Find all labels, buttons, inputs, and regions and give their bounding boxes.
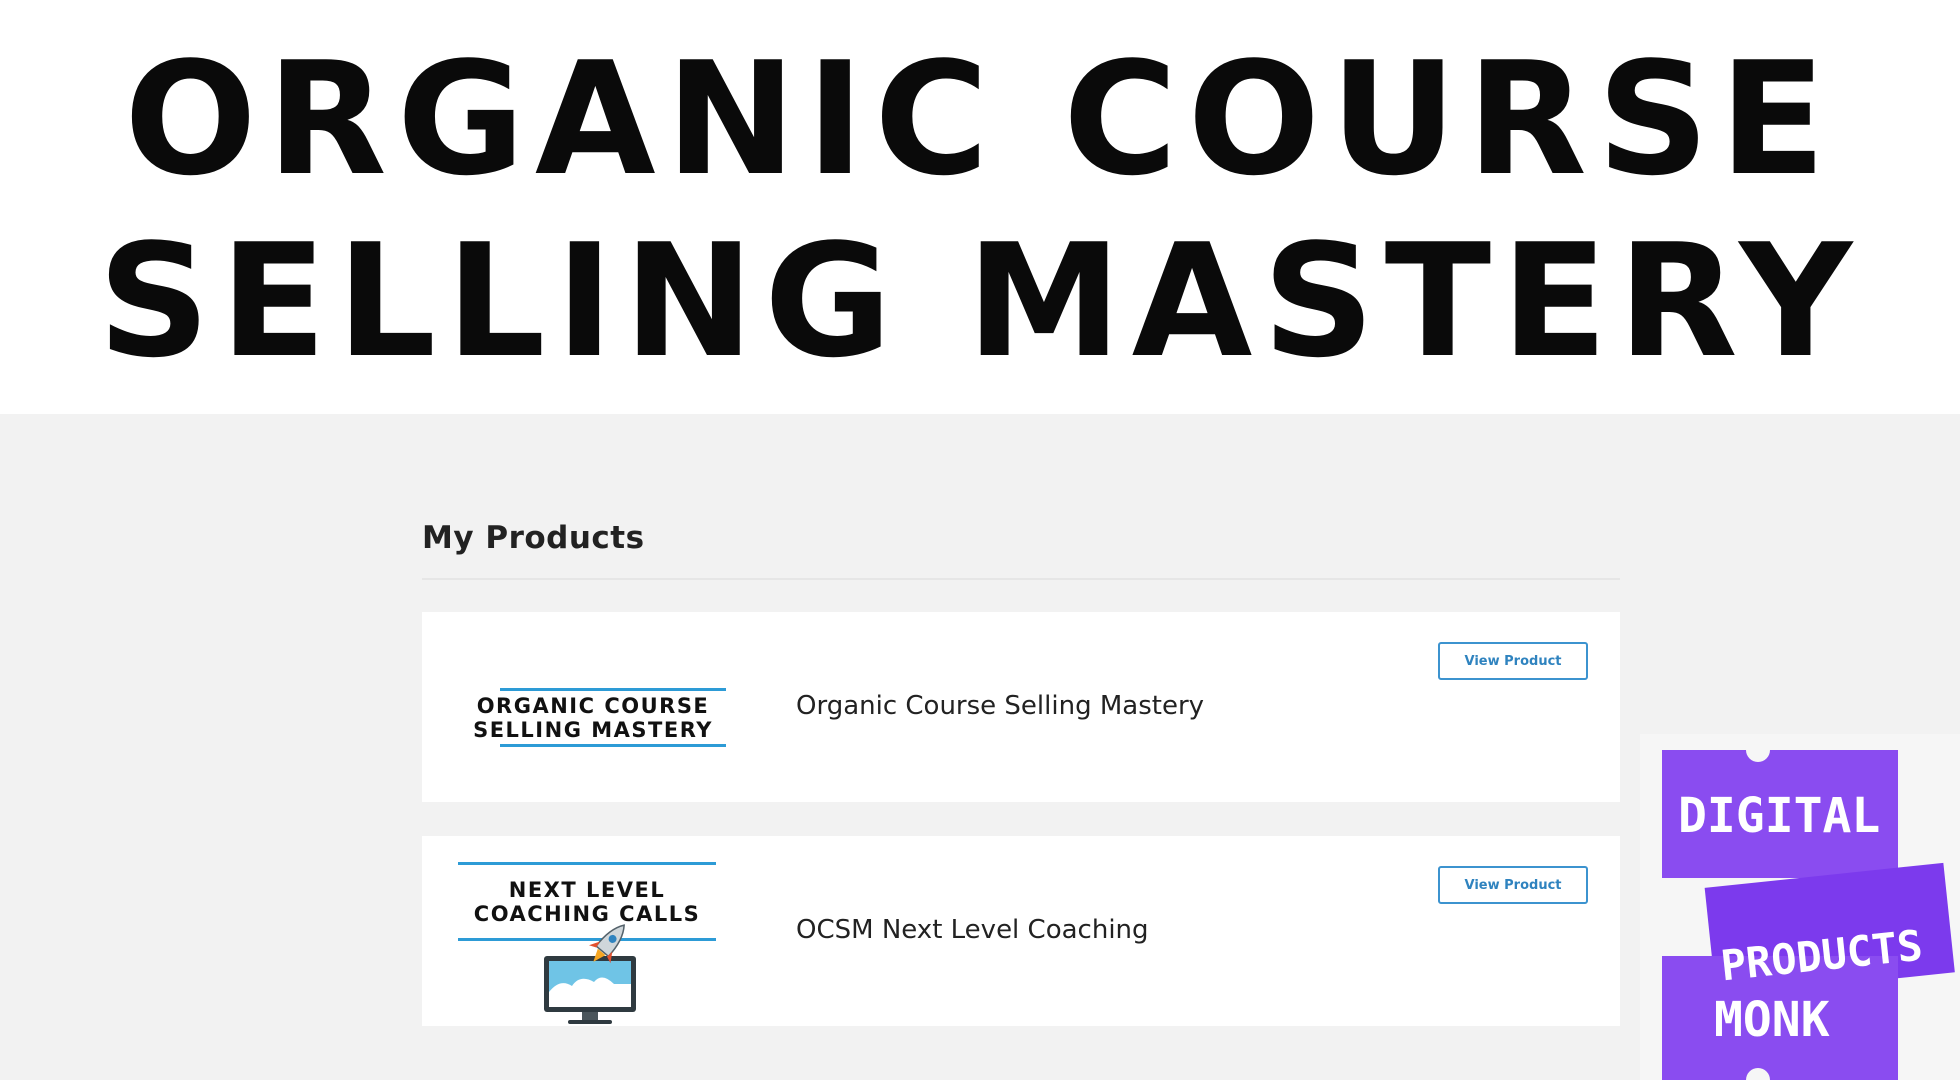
view-product-button[interactable]: View Product — [1438, 866, 1588, 904]
logo-graphic: DIGITAL PRODUCTS MONK — [1662, 750, 1955, 1080]
product-name[interactable]: Organic Course Selling Mastery — [796, 691, 1204, 721]
digital-products-monk-logo: DIGITAL PRODUCTS MONK — [1640, 734, 1960, 1080]
logo-text-digital: DIGITAL — [1678, 788, 1880, 844]
thumbnail-top-rule — [458, 862, 716, 865]
thumbnail-bottom-rule — [500, 744, 726, 747]
hero-title-line-2: SELLING MASTERY — [97, 210, 1863, 392]
thumbnail-title: ORGANIC COURSE SELLING MASTERY — [458, 694, 728, 742]
thumbnail-title-line-1: NEXT LEVEL — [508, 878, 666, 902]
hero-title: ORGANIC COURSE SELLING MASTERY — [0, 28, 1960, 392]
rocket-monitor-icon — [544, 924, 636, 1024]
product-thumbnail[interactable]: NEXT LEVEL COACHING CALLS — [458, 846, 728, 1024]
product-card-next-level-coaching: NEXT LEVEL COACHING CALLS OCSM Next Leve… — [422, 836, 1620, 1026]
product-thumbnail[interactable]: ORGANIC COURSE SELLING MASTERY — [458, 622, 728, 792]
view-product-button[interactable]: View Product — [1438, 642, 1588, 680]
hero-banner: ORGANIC COURSE SELLING MASTERY — [0, 0, 1960, 414]
hero-title-line-1: ORGANIC COURSE — [124, 28, 1836, 210]
thumbnail-title: NEXT LEVEL COACHING CALLS — [452, 878, 722, 926]
product-name[interactable]: OCSM Next Level Coaching — [796, 915, 1149, 945]
thumbnail-title-line-1: ORGANIC COURSE — [476, 694, 710, 718]
logo-text-monk: MONK — [1714, 992, 1830, 1048]
heading-divider — [422, 578, 1620, 580]
product-card-organic-course: ORGANIC COURSE SELLING MASTERY Organic C… — [422, 612, 1620, 802]
my-products-heading: My Products — [422, 520, 645, 556]
thumbnail-title-line-2: SELLING MASTERY — [473, 718, 713, 742]
thumbnail-top-rule — [500, 688, 726, 691]
